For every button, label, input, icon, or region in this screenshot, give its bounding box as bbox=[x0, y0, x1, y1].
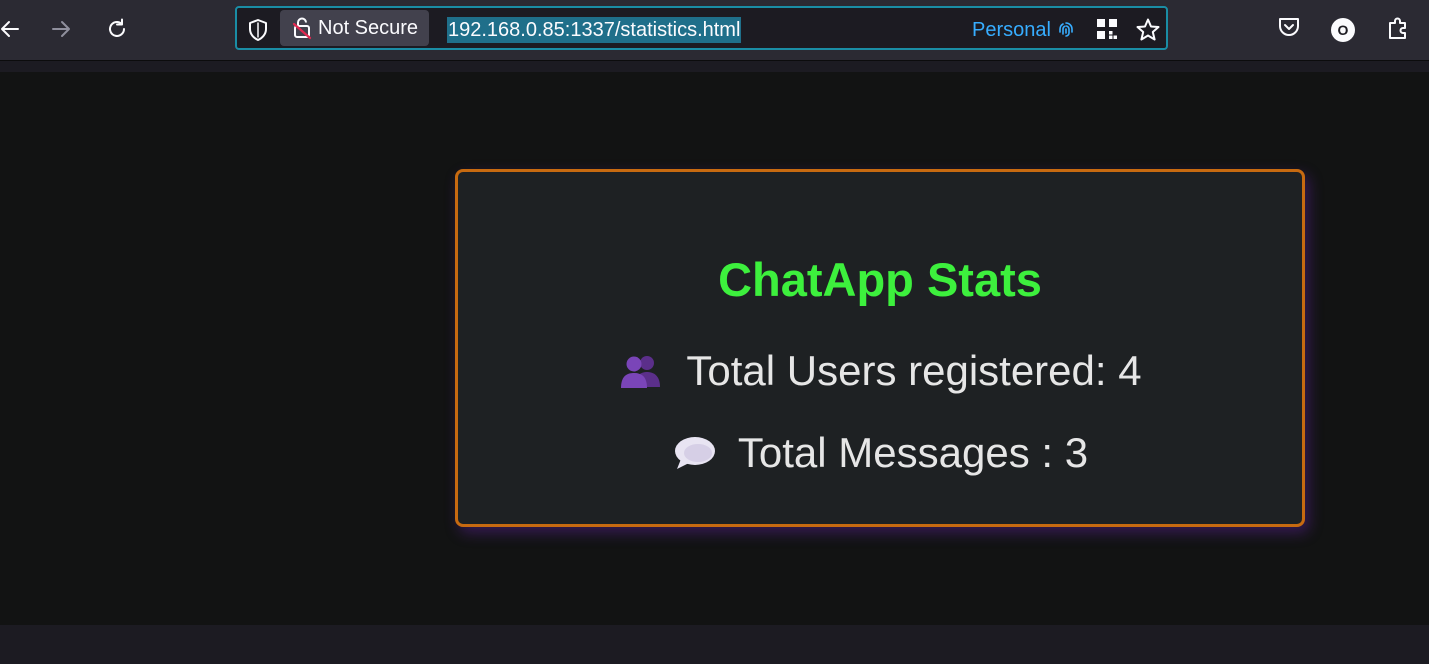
speech-balloon-emoji bbox=[674, 437, 715, 469]
page-title: ChatApp Stats bbox=[718, 253, 1042, 306]
stats-card: ChatApp Stats Total Users registered: 4 … bbox=[455, 169, 1305, 527]
bookmark-star-icon[interactable] bbox=[1135, 17, 1161, 43]
two-users-emoji bbox=[621, 356, 661, 388]
browser-toolbar: Not Secure 192.168.0.85:1337/statistics.… bbox=[0, 0, 1429, 61]
broken-lock-icon bbox=[292, 17, 312, 40]
extensions-icon[interactable] bbox=[1386, 15, 1410, 41]
url-text[interactable]: 192.168.0.85:1337/statistics.html bbox=[447, 17, 742, 43]
messages-stat: Total Messages : 3 bbox=[458, 429, 1302, 477]
container-name: Personal bbox=[972, 19, 1051, 41]
pocket-icon[interactable] bbox=[1277, 15, 1301, 39]
reload-icon[interactable] bbox=[102, 14, 132, 44]
back-arrow-icon[interactable] bbox=[0, 14, 24, 44]
account-avatar[interactable]: O bbox=[1331, 18, 1355, 42]
address-bar[interactable]: Not Secure 192.168.0.85:1337/statistics.… bbox=[235, 6, 1168, 50]
not-secure-label: Not Secure bbox=[318, 16, 419, 39]
users-stat: Total Users registered: 4 bbox=[458, 347, 1302, 395]
users-stat-text: Total Users registered: 4 bbox=[686, 347, 1142, 394]
page-content: ChatApp Stats Total Users registered: 4 … bbox=[0, 72, 1429, 625]
shield-icon[interactable] bbox=[247, 18, 269, 42]
qr-code-icon[interactable] bbox=[1095, 17, 1119, 41]
messages-stat-text: Total Messages : 3 bbox=[737, 429, 1089, 476]
fingerprint-icon bbox=[1059, 22, 1073, 37]
container-indicator[interactable]: Personal bbox=[972, 17, 1075, 43]
forward-arrow-icon[interactable] bbox=[47, 14, 77, 44]
site-security-button[interactable]: Not Secure bbox=[280, 10, 430, 46]
